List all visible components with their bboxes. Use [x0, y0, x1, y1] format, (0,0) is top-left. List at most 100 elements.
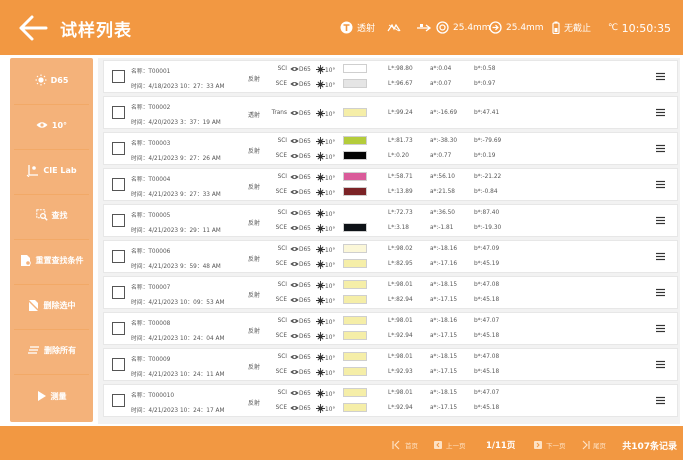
- row-checkbox[interactable]: [112, 106, 125, 119]
- observer-icon: [316, 332, 325, 343]
- row-menu-icon[interactable]: [656, 396, 665, 405]
- clock-time: 10:50:35: [621, 22, 671, 35]
- specular-icon: [387, 23, 401, 31]
- next-page-button[interactable]: 下一页: [533, 440, 566, 450]
- color-swatch: [343, 79, 367, 88]
- aperture-ring-icon: [436, 21, 449, 34]
- row-checkbox[interactable]: [112, 70, 125, 83]
- eye-icon: [290, 66, 299, 74]
- l-value: L*:98.01: [388, 354, 413, 360]
- row-checkbox[interactable]: [112, 394, 125, 407]
- row-checkbox[interactable]: [112, 322, 125, 335]
- row-checkbox[interactable]: [112, 214, 125, 227]
- sample-row[interactable]: 名称：T00007 时间：4/21/2023 10：09：53 AM 反射 SCI D6…: [103, 276, 678, 309]
- illuminant-label: D65: [299, 154, 311, 160]
- first-page-button[interactable]: 首页: [392, 440, 418, 450]
- eye-icon: [290, 369, 299, 377]
- illuminant-value: D65: [290, 246, 311, 254]
- b-value: b*:47.07: [474, 390, 500, 396]
- l-value: L*:3.18: [388, 225, 409, 231]
- sidebar-divider: [14, 239, 89, 240]
- a-value: a*:-18.15: [430, 354, 458, 360]
- sidebar-item-illuminant[interactable]: D65: [10, 62, 93, 98]
- sample-row[interactable]: 名称：T00004 时间：4/21/2023 9：27：33 AM 反射 SCI D65…: [103, 168, 678, 201]
- sidebar-item-observer[interactable]: 10°: [10, 107, 93, 143]
- eye-icon: [290, 318, 299, 326]
- sidebar-item-color-space[interactable]: CIE Lab: [10, 152, 93, 188]
- prev-page-button[interactable]: 上一页: [433, 440, 466, 450]
- illuminant-value: D65: [290, 297, 311, 305]
- next-page-icon: [534, 441, 542, 449]
- eye-icon: [290, 297, 299, 305]
- b-value: b*:45.18: [474, 333, 500, 339]
- first-page-icon: [392, 440, 400, 450]
- illuminant-label: D65: [299, 175, 311, 181]
- aperture-left-label: 25.4mm: [453, 22, 491, 33]
- row-checkbox[interactable]: [112, 358, 125, 371]
- observer-value: 10°: [316, 209, 335, 220]
- row-menu-icon[interactable]: [656, 360, 665, 369]
- sidebar-label: 查找: [51, 210, 68, 220]
- sample-name: 名称：T000010: [131, 393, 175, 399]
- row-menu-icon[interactable]: [656, 324, 665, 333]
- sample-time: 时间：4/21/2023 10：24：04 AM: [131, 336, 225, 342]
- row-menu-icon[interactable]: [656, 252, 665, 261]
- color-swatch: [343, 331, 367, 340]
- illuminant-value: D65: [290, 174, 311, 182]
- eye-icon: [290, 246, 299, 254]
- sample-time: 时间：4/21/2023 10：09：53 AM: [131, 300, 225, 306]
- measure-type: SCE: [275, 189, 287, 195]
- observer-icon: [316, 224, 325, 235]
- last-page-button[interactable]: 尾页: [580, 440, 606, 450]
- back-arrow-icon[interactable]: [18, 14, 48, 42]
- observer-value: 10°: [316, 368, 335, 379]
- sample-row[interactable]: 名称：T00006 时间：4/21/2023 9：59：48 AM 反射 SCI D65…: [103, 240, 678, 273]
- row-menu-icon[interactable]: [656, 288, 665, 297]
- prev-page-icon: [434, 441, 442, 449]
- l-value: L*:92.94: [388, 333, 413, 339]
- sample-row[interactable]: 名称：T00008 时间：4/21/2023 10：24：04 AM 反射 SCI D6…: [103, 312, 678, 345]
- sidebar-item-delete-selected[interactable]: 删除选中: [10, 287, 93, 323]
- eye-icon: [290, 390, 299, 398]
- row-menu-icon[interactable]: [656, 216, 665, 225]
- b-value: b*:-21.22: [474, 174, 502, 180]
- observer-value: 10°: [316, 109, 335, 120]
- illuminant-label: D65: [299, 319, 311, 325]
- observer-label: 10°: [325, 139, 336, 146]
- sample-row[interactable]: 名称：T00005 时间：4/21/2023 9：29：11 AM 反射 SCI D65…: [103, 204, 678, 237]
- observer-value: 10°: [316, 173, 335, 184]
- sample-row[interactable]: 名称：T00001 时间：4/18/2023 10：27：33 AM 反射 SCI D6…: [103, 60, 678, 93]
- sample-row[interactable]: 名称：T00002 时间：4/20/2023 3：37：19 AM 透射 Trans D…: [103, 96, 678, 129]
- sample-row[interactable]: 名称：T00009 时间：4/21/2023 10：24：11 AM 反射 SCI D6…: [103, 348, 678, 381]
- row-checkbox[interactable]: [112, 142, 125, 155]
- l-value: L*:13.89: [388, 189, 413, 195]
- sample-row[interactable]: 名称：T00003 时间：4/21/2023 9：27：26 AM 反射 SCI D65…: [103, 132, 678, 165]
- l-value: L*:82.94: [388, 297, 413, 303]
- sidebar-item-search[interactable]: 查找: [10, 197, 93, 233]
- row-menu-icon[interactable]: [656, 72, 665, 81]
- sidebar-item-delete-all[interactable]: 删除所有: [10, 332, 93, 368]
- row-menu-icon[interactable]: [656, 108, 665, 117]
- row-menu-icon[interactable]: [656, 144, 665, 153]
- illuminant-label: D65: [299, 211, 311, 217]
- sidebar-item-measure[interactable]: 测量: [10, 378, 93, 414]
- row-checkbox[interactable]: [112, 250, 125, 263]
- illuminant-value: D65: [290, 354, 311, 362]
- observer-value: 10°: [316, 224, 335, 235]
- row-checkbox[interactable]: [112, 178, 125, 191]
- sample-row[interactable]: 名称：T000010 时间：4/21/2023 10：24：17 AM 反射 SCI D…: [103, 384, 678, 417]
- b-value: b*:-19.30: [474, 225, 502, 231]
- total-records: 共107条记录: [622, 442, 677, 452]
- observer-icon: [316, 368, 325, 379]
- observer-icon: [316, 281, 325, 292]
- eye-icon: [290, 174, 299, 182]
- sidebar-item-reset-search[interactable]: 重置查找条件: [10, 242, 93, 278]
- row-menu-icon[interactable]: [656, 180, 665, 189]
- page-indicator: 1/11页: [486, 441, 516, 451]
- l-value: L*:98.01: [388, 282, 413, 288]
- a-value: a*:-18.16: [430, 246, 458, 252]
- row-checkbox[interactable]: [112, 286, 125, 299]
- b-value: b*:-0.84: [474, 189, 498, 195]
- temperature-status: ℃: [608, 0, 618, 55]
- observer-value: 10°: [316, 317, 335, 328]
